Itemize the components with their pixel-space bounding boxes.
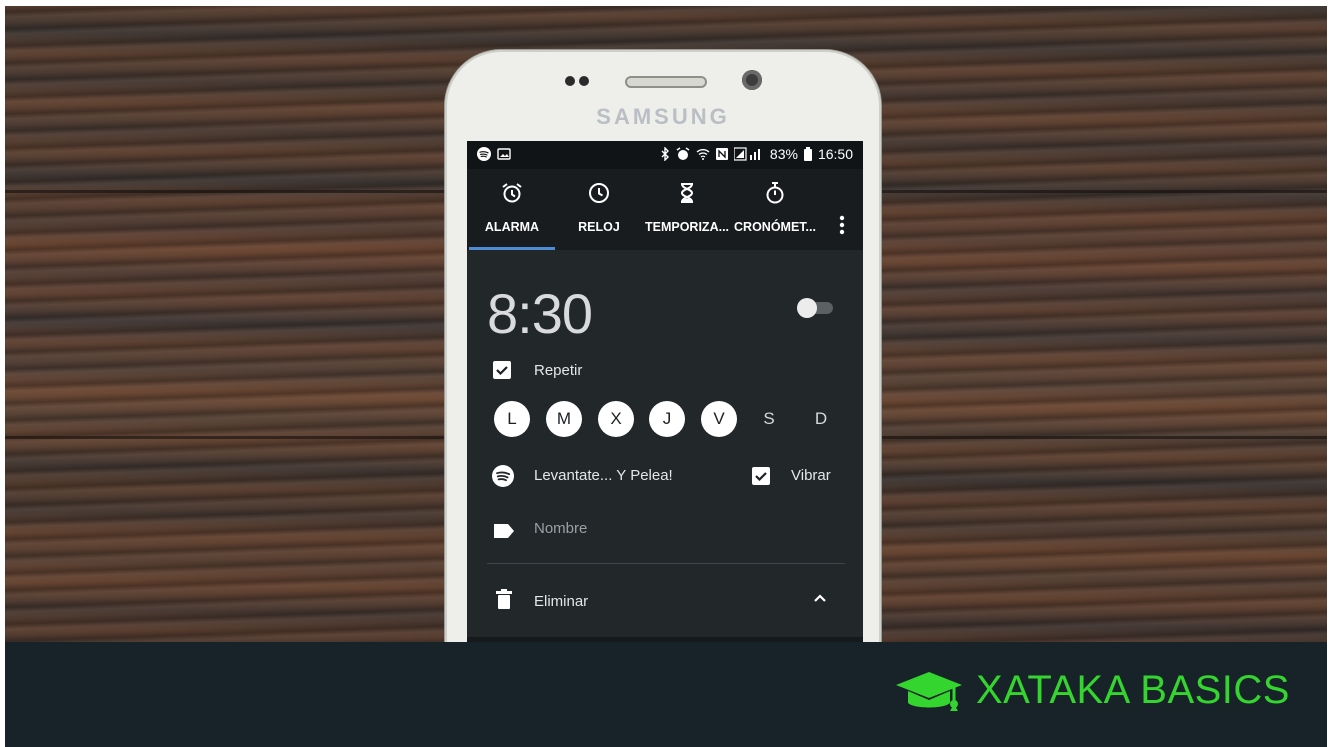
earpiece-speaker (625, 76, 707, 88)
day-toggle-sunday[interactable]: D (803, 401, 839, 437)
repeat-label: Repetir (534, 362, 583, 379)
tab-temporizador[interactable]: TEMPORIZA... (641, 169, 733, 250)
status-clock: 16:50 (817, 146, 853, 162)
hourglass-icon (680, 183, 694, 203)
tab-label: ALARMA (484, 220, 540, 234)
battery-percentage: 83% (769, 146, 798, 162)
alarm-icon (502, 183, 522, 203)
spotify-icon (492, 465, 514, 487)
repeat-checkbox[interactable] (493, 361, 511, 379)
spotify-notification-icon (477, 147, 491, 161)
section-divider (487, 563, 845, 564)
chevron-up-icon[interactable] (813, 593, 827, 603)
phone-screen: 83% 16:50 ALARMA RELOJ TEMPORIZA... CRON… (467, 141, 863, 670)
tab-cronometro[interactable]: CRONÓMET... (733, 169, 817, 250)
label-tag-icon (494, 524, 514, 538)
image-notification-icon (497, 148, 511, 160)
vibrate-checkbox[interactable] (752, 467, 770, 485)
front-camera-icon (742, 70, 762, 90)
clock-app-tab-bar: ALARMA RELOJ TEMPORIZA... CRONÓMET... (467, 169, 863, 250)
day-toggle-saturday[interactable]: S (751, 401, 787, 437)
nfc-icon (715, 148, 728, 160)
alarm-status-icon (676, 147, 690, 160)
alarm-time[interactable]: 8:30 (487, 281, 593, 346)
checkmark-icon (496, 366, 508, 376)
battery-icon (803, 147, 812, 161)
graduation-cap-icon (895, 671, 962, 711)
alarm-name-input[interactable]: Nombre (534, 520, 587, 537)
sensor-icon (579, 76, 589, 86)
day-toggle-wednesday[interactable]: X (598, 401, 634, 437)
xataka-basics-brand: XATAKA BASICS (894, 668, 1290, 713)
ringtone-name[interactable]: Levantate... Y Pelea! (534, 467, 673, 484)
active-tab-indicator (469, 247, 555, 250)
alarm-toggle-switch[interactable] (797, 298, 817, 318)
day-toggle-friday[interactable]: V (701, 401, 737, 437)
tab-reloj[interactable]: RELOJ (557, 169, 641, 250)
tab-label: RELOJ (578, 220, 620, 234)
bluetooth-icon (661, 147, 669, 161)
tab-label: CRONÓMET... (734, 220, 816, 234)
phone-brand-logo: SAMSUNG (596, 104, 730, 129)
delete-alarm-button[interactable]: Eliminar (534, 593, 588, 610)
overflow-menu-icon[interactable] (839, 215, 845, 235)
wifi-icon (696, 149, 710, 160)
screenshot-frame: SAMSUNG 83% 16:50 ALARMA RELOJ TEMPORIZA… (5, 6, 1327, 747)
checkmark-icon (755, 472, 767, 482)
sensor-icon (565, 76, 575, 86)
tab-label: TEMPORIZA... (644, 220, 730, 234)
vibrate-label: Vibrar (791, 467, 831, 484)
status-bar: 83% 16:50 (467, 141, 863, 169)
trash-icon (496, 589, 512, 609)
day-toggle-monday[interactable]: L (494, 401, 530, 437)
signal-icon (733, 147, 760, 161)
day-toggle-tuesday[interactable]: M (546, 401, 582, 437)
brand-name: XATAKA BASICS (975, 668, 1290, 712)
phone-device: SAMSUNG 83% 16:50 ALARMA RELOJ TEMPORIZA… (445, 50, 881, 670)
clock-icon (589, 183, 609, 203)
stopwatch-icon (766, 182, 784, 204)
tab-alarma[interactable]: ALARMA (467, 169, 557, 250)
day-toggle-thursday[interactable]: J (649, 401, 685, 437)
